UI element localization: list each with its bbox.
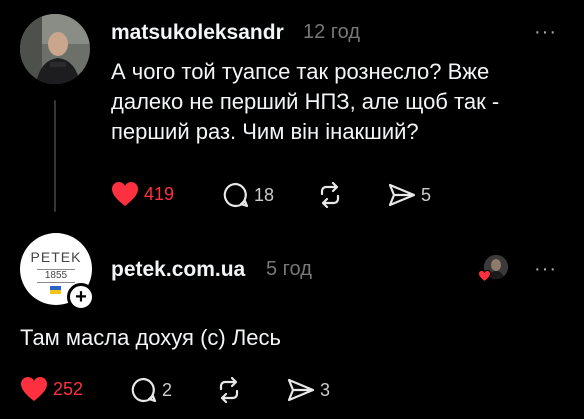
heart-icon (112, 182, 138, 206)
repost-icon (320, 182, 340, 208)
comment-icon (223, 182, 249, 208)
share-icon (388, 183, 416, 207)
post-time: 12 год (303, 21, 361, 43)
repost-button[interactable] (317, 182, 343, 208)
repost-button[interactable] (216, 377, 242, 403)
more-icon[interactable]: ··· (534, 259, 557, 279)
heart-icon (21, 377, 47, 401)
like-button[interactable]: 252 (20, 376, 83, 402)
post-text-line: перший раз. Чим він інакший? (111, 119, 419, 144)
share-button[interactable]: 5 (388, 182, 431, 208)
comment-icon (131, 377, 157, 403)
more-icon[interactable]: ··· (534, 22, 557, 42)
username[interactable]: matsukoleksandr (111, 21, 284, 45)
avatar-matsukoleksandr[interactable] (20, 14, 90, 84)
post-text: А чого той туапсе так рознесло? Вже дале… (111, 57, 499, 147)
avatar-photo (20, 14, 90, 84)
logo-word: PETEK (30, 249, 82, 265)
post-text-line: далеко не перший НПЗ, але щоб так - (111, 89, 500, 114)
flag-icon (50, 286, 61, 294)
like-count: 419 (144, 183, 175, 204)
share-icon (287, 378, 315, 402)
username[interactable]: petek.com.ua (111, 258, 245, 282)
post-text-line: А чого той туапсе так рознесло? Вже (111, 59, 490, 84)
logo-year: 1855 (37, 269, 75, 283)
repost-icon (219, 377, 239, 403)
share-count: 3 (320, 379, 331, 400)
comment-count: 18 (254, 184, 275, 205)
post-text: Там масла дохуя (с) Лесь (20, 325, 281, 350)
like-button[interactable]: 419 (111, 181, 174, 207)
comment-button[interactable]: 2 (131, 377, 172, 403)
thread-line (54, 100, 56, 212)
share-button[interactable]: 3 (287, 377, 330, 403)
comment-button[interactable]: 18 (223, 182, 274, 208)
post-time: 5 год (266, 258, 312, 280)
comment-count: 2 (162, 379, 173, 400)
plus-icon[interactable]: + (67, 283, 95, 311)
heart-icon (478, 270, 491, 282)
share-count: 5 (421, 184, 432, 205)
like-count: 252 (53, 378, 84, 399)
